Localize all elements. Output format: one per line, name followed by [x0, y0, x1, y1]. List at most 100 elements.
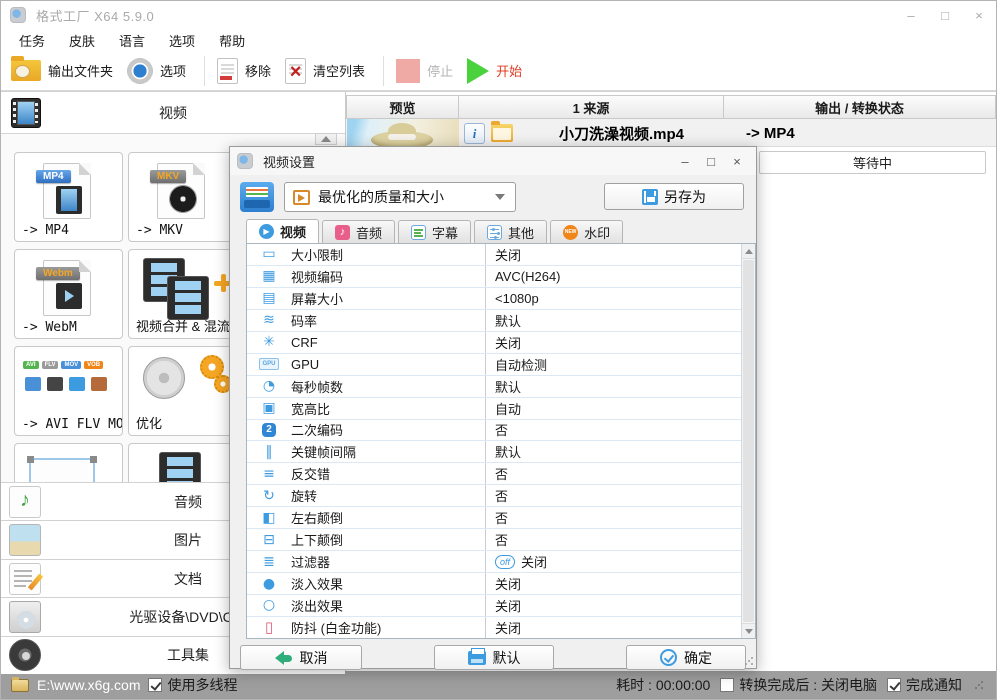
scroll-up-arrow[interactable]	[742, 244, 755, 259]
column-preview[interactable]: 预览	[346, 95, 459, 119]
tab-audio[interactable]: ♪音频	[322, 220, 395, 243]
menu-item-5[interactable]: 帮助	[219, 31, 245, 50]
clear-list-button[interactable]: × 清空列表	[285, 58, 365, 84]
profile-film-icon	[293, 190, 310, 205]
settings-value[interactable]: 关闭	[485, 595, 741, 616]
settings-value[interactable]: 默认	[485, 310, 741, 331]
settings-row[interactable]: ⊟上下颠倒否	[247, 529, 741, 551]
menu-item-3[interactable]: 语言	[119, 31, 145, 50]
multithread-option[interactable]: 使用多线程	[148, 675, 237, 695]
settings-value[interactable]: 关闭	[485, 332, 741, 353]
settings-value[interactable]: 关闭	[485, 573, 741, 594]
cancel-button[interactable]: 取消	[240, 645, 362, 670]
tab-subtitle[interactable]: 字幕	[398, 220, 471, 243]
settings-value[interactable]: 否	[485, 420, 741, 441]
shutdown-after-checkbox[interactable]	[720, 678, 734, 692]
settings-value[interactable]: off关闭	[485, 551, 741, 572]
settings-value[interactable]: 否	[485, 463, 741, 484]
settings-row[interactable]: GPUGPU自动检测	[247, 354, 741, 376]
settings-row[interactable]: ▭大小限制关闭	[247, 244, 741, 266]
cards-scroll-up-button[interactable]	[315, 133, 337, 145]
multithread-checkbox[interactable]	[148, 678, 162, 692]
settings-row[interactable]: ≋码率默认	[247, 310, 741, 332]
shutdown-after-option[interactable]: 转换完成后 : 关闭电脑	[720, 675, 877, 695]
settings-row[interactable]: ▯防抖 (白金功能)关闭	[247, 617, 741, 638]
settings-row[interactable]: ≣过滤器off关闭	[247, 551, 741, 573]
dialog-resize-grip[interactable]	[744, 656, 754, 666]
settings-row[interactable]: ●淡入效果关闭	[247, 573, 741, 595]
off-toggle-icon[interactable]: off	[495, 555, 515, 569]
settings-row[interactable]: ▤屏幕大小<1080p	[247, 288, 741, 310]
sidebar-card-avi[interactable]: AVIFLVMOVVOB-> AVI FLV MOV Etc...	[14, 346, 123, 436]
sidebar-card-clip[interactable]	[128, 443, 237, 482]
minimize-button[interactable]: –	[894, 8, 928, 23]
settings-scrollbar[interactable]	[741, 244, 755, 638]
sidebar-header-video[interactable]: 视频	[1, 92, 345, 134]
tab-watermark[interactable]: NEW水印	[550, 220, 623, 243]
settings-value[interactable]: 自动检测	[485, 354, 741, 375]
settings-row[interactable]: ○淡出效果关闭	[247, 595, 741, 617]
queue-row[interactable]: i 小刀洗澡视频.mp4 -> MP4	[346, 119, 996, 147]
output-path-folder-icon[interactable]	[11, 679, 29, 692]
dialog-titlebar[interactable]: 视频设置 – □ ×	[230, 147, 756, 175]
settings-row[interactable]: ↻旋转否	[247, 485, 741, 507]
settings-row[interactable]: ▦视频编码AVC(H264)	[247, 266, 741, 288]
settings-value[interactable]: 默认	[485, 376, 741, 397]
close-button[interactable]: ×	[962, 8, 996, 23]
floppy-disk-icon	[642, 189, 658, 205]
save-as-button[interactable]: 另存为	[604, 183, 744, 210]
settings-row[interactable]: ✳CRF关闭	[247, 332, 741, 354]
dialog-minimize-button[interactable]: –	[672, 154, 698, 169]
settings-row[interactable]: ◔每秒帧数默认	[247, 376, 741, 398]
clear-list-icon: ×	[285, 58, 306, 84]
open-folder-icon[interactable]	[491, 124, 513, 142]
tab-other[interactable]: 其他	[474, 220, 547, 243]
settings-value[interactable]: 默认	[485, 441, 741, 462]
settings-row[interactable]: ▣宽高比自动	[247, 398, 741, 420]
settings-row[interactable]: 2二次编码否	[247, 420, 741, 442]
maximize-button[interactable]: □	[928, 8, 962, 23]
scroll-down-arrow[interactable]	[742, 623, 755, 638]
settings-row[interactable]: ≡反交错否	[247, 463, 741, 485]
default-button[interactable]: 默认	[434, 645, 554, 670]
settings-value[interactable]: 自动	[485, 398, 741, 419]
menu-item-1[interactable]: 任务	[19, 31, 45, 50]
sidebar-card-merge[interactable]: 视频合并 & 混流	[128, 249, 237, 339]
remove-button[interactable]: 移除	[217, 58, 271, 84]
sidebar-card-mkv[interactable]: MKV-> MKV	[128, 152, 237, 242]
settings-value[interactable]: 否	[485, 507, 741, 528]
stop-button[interactable]: 停止	[396, 59, 453, 83]
settings-value[interactable]: 关闭	[485, 617, 741, 638]
settings-value[interactable]: 否	[485, 529, 741, 550]
tab-video[interactable]: ▶视频	[246, 219, 319, 243]
dialog-close-button[interactable]: ×	[724, 154, 750, 169]
start-button[interactable]: 开始	[467, 58, 522, 84]
settings-row[interactable]: ◧左右颠倒否	[247, 507, 741, 529]
profile-dropdown[interactable]: 最优化的质量和大小	[284, 182, 516, 212]
settings-row[interactable]: ‖关键帧间隔默认	[247, 441, 741, 463]
notify-option[interactable]: 完成通知	[887, 675, 962, 695]
ok-button[interactable]: 确定	[626, 645, 746, 670]
settings-label: 旋转	[291, 486, 485, 505]
scrollbar-thumb[interactable]	[743, 260, 754, 622]
window-resize-grip[interactable]	[974, 680, 984, 690]
column-source[interactable]: 1 来源	[459, 95, 724, 119]
menu-item-2[interactable]: 皮肤	[69, 31, 95, 50]
dialog-maximize-button[interactable]: □	[698, 154, 724, 169]
settings-value[interactable]: AVC(H264)	[485, 266, 741, 287]
column-output-state[interactable]: 输出 / 转换状态	[724, 95, 996, 119]
sidebar-card-webm[interactable]: Webm-> WebM	[14, 249, 123, 339]
info-icon[interactable]: i	[464, 123, 485, 144]
settings-value[interactable]: 否	[485, 485, 741, 506]
notify-checkbox[interactable]	[887, 678, 901, 692]
options-button[interactable]: 选项	[127, 58, 186, 84]
output-folder-button[interactable]: 输出文件夹	[11, 60, 113, 81]
sidebar-card-optimize[interactable]: 优化	[128, 346, 237, 436]
output-path[interactable]: E:\www.x6g.com	[37, 677, 140, 693]
sidebar-card-mp4[interactable]: MP4-> MP4	[14, 152, 123, 242]
settings-value[interactable]: <1080p	[485, 288, 741, 309]
other-tab-icon	[487, 225, 502, 240]
sidebar-card-crop[interactable]	[14, 443, 123, 482]
settings-value[interactable]: 关闭	[485, 244, 741, 265]
menu-item-4[interactable]: 选项	[169, 31, 195, 50]
